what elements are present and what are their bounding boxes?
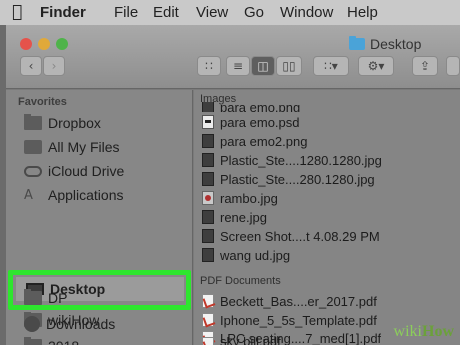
sidebar-item-2018[interactable]: 2018 <box>24 335 79 345</box>
pdf-file-icon <box>202 294 214 308</box>
image-file-icon <box>202 191 214 205</box>
sidebar-item-all-my-files[interactable]: All My Files <box>24 136 120 158</box>
section-header-pdf: PDF Documents <box>200 275 281 287</box>
menu-edit[interactable]: Edit <box>153 4 179 21</box>
menu-file[interactable]: File <box>114 4 138 21</box>
share-icon: ⇪ <box>419 59 431 73</box>
file-item[interactable]: rambo.jpg <box>202 190 278 206</box>
menu-bar:  Finder File Edit View Go Window Help <box>0 0 460 25</box>
folder-icon <box>349 36 365 50</box>
file-item[interactable]: rene.jpg <box>202 209 267 225</box>
window-title: Desktop <box>349 36 421 52</box>
image-file-icon <box>202 210 214 224</box>
image-file-icon <box>202 248 214 262</box>
zoom-button[interactable] <box>56 38 68 50</box>
apple-logo-icon[interactable]:  <box>12 2 22 22</box>
gear-icon: ⚙▾ <box>367 59 385 73</box>
image-file-icon <box>202 153 214 167</box>
minimize-button[interactable] <box>38 38 50 50</box>
file-item[interactable]: para emo2.png <box>202 133 307 149</box>
chevron-right-icon: › <box>51 59 57 73</box>
watermark: wikiHow <box>393 323 454 340</box>
folder-icon <box>24 114 42 130</box>
menu-view[interactable]: View <box>196 4 228 21</box>
file-item[interactable]: Screen Shot....t 4.08.29 PM <box>202 228 380 244</box>
file-item[interactable]: para emo.png <box>202 102 300 112</box>
chevron-left-icon: ‹ <box>28 59 34 73</box>
cover-flow-button[interactable]: ▯▯ <box>276 56 302 76</box>
finder-window: Desktop ‹ › ∷ ≡ ◫ ▯▯ ∷▾ ⚙▾ ⇪ Favorites D… <box>6 25 460 345</box>
image-file-icon <box>202 229 214 243</box>
file-item[interactable]: sky bill.pdf <box>202 337 281 345</box>
sidebar-section-favorites: Favorites <box>18 96 67 108</box>
icon-view-button[interactable]: ∷ <box>197 56 221 76</box>
sidebar-item-downloads[interactable]: Downloads <box>24 313 115 335</box>
file-column: Images para emo.png para emo.psd para em… <box>194 90 460 345</box>
arrange-button[interactable]: ∷▾ <box>313 56 349 76</box>
psd-file-icon <box>202 115 214 129</box>
file-item[interactable]: para emo.psd <box>202 114 300 130</box>
folder-icon <box>24 289 42 305</box>
back-button[interactable]: ‹ <box>20 56 42 76</box>
arrange-icon: ∷▾ <box>324 59 338 73</box>
menu-finder[interactable]: Finder <box>40 4 86 21</box>
menu-help[interactable]: Help <box>347 4 378 21</box>
image-file-icon <box>202 134 214 148</box>
sidebar-item-icloud-drive[interactable]: iCloud Drive <box>24 160 124 182</box>
columns-icon: ◫ <box>257 59 269 73</box>
sidebar-item-dp[interactable]: DP <box>24 287 67 309</box>
file-item[interactable]: wang ud.jpg <box>202 247 290 263</box>
menu-go[interactable]: Go <box>244 4 264 21</box>
tags-button[interactable] <box>446 56 460 76</box>
pdf-file-icon <box>202 313 214 327</box>
file-item[interactable]: Iphone_5_5s_Template.pdf <box>202 312 377 328</box>
image-file-icon <box>202 102 214 112</box>
list-icon: ≡ <box>232 59 244 73</box>
pdf-file-icon <box>202 337 214 345</box>
window-toolbar: Desktop ‹ › ∷ ≡ ◫ ▯▯ ∷▾ ⚙▾ ⇪ <box>6 25 460 89</box>
all-files-icon <box>24 140 42 154</box>
column-view-button[interactable]: ◫ <box>251 56 275 76</box>
cover-flow-icon: ▯▯ <box>282 59 296 73</box>
folder-icon <box>24 337 42 345</box>
icon-grid-icon: ∷ <box>205 59 213 73</box>
applications-icon: A <box>24 188 33 203</box>
file-item[interactable]: Plastic_Ste....280.1280.jpg <box>202 171 375 187</box>
sidebar-item-applications[interactable]: A Applications <box>24 184 124 206</box>
share-button[interactable]: ⇪ <box>412 56 438 76</box>
forward-button[interactable]: › <box>43 56 65 76</box>
file-item[interactable]: Beckett_Bas....er_2017.pdf <box>202 293 377 309</box>
action-button[interactable]: ⚙▾ <box>358 56 394 76</box>
close-button[interactable] <box>20 38 32 50</box>
image-file-icon <box>202 172 214 186</box>
cloud-icon <box>24 165 42 177</box>
file-item[interactable]: Plastic_Ste....1280.1280.jpg <box>202 152 382 168</box>
menu-window[interactable]: Window <box>280 4 333 21</box>
list-view-button[interactable]: ≡ <box>226 56 250 76</box>
downloads-icon <box>24 316 40 332</box>
sidebar-item-dropbox[interactable]: Dropbox <box>24 112 101 134</box>
